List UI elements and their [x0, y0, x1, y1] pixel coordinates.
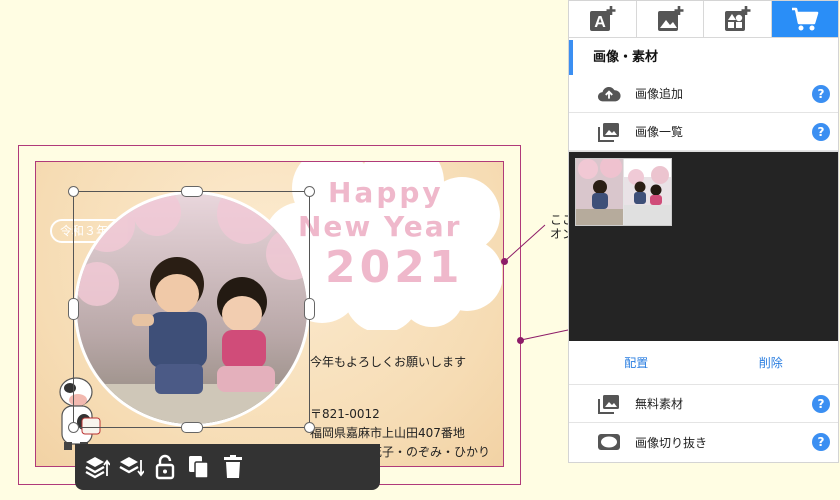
add-shape-icon [725, 6, 751, 31]
help-icon[interactable]: ? [812, 123, 830, 141]
add-image-row[interactable]: 画像追加 ? [569, 75, 838, 113]
delete-button[interactable]: 削除 [704, 354, 839, 371]
free-material-row[interactable]: 無料素材 ? [569, 385, 838, 423]
selection-box[interactable] [73, 191, 310, 428]
connector-dot [501, 258, 508, 265]
image-actions: 配置 削除 [569, 341, 838, 385]
connector-dot [517, 337, 524, 344]
resize-handle-top[interactable] [181, 186, 203, 197]
resize-handle-bottom[interactable] [181, 422, 203, 433]
tab-add-text[interactable]: A [569, 1, 637, 37]
thumbnail-photo [576, 159, 671, 225]
resize-handle-bottom-right[interactable] [304, 422, 315, 433]
image-list-row[interactable]: 画像一覧 ? [569, 113, 838, 151]
place-button[interactable]: 配置 [569, 354, 704, 371]
copy-button[interactable] [185, 452, 213, 482]
cloud-upload-icon [597, 84, 621, 104]
crop-image-label: 画像切り抜き [635, 435, 708, 450]
image-library-icon [597, 394, 621, 414]
object-toolbar [75, 444, 380, 490]
resize-handle-top-left[interactable] [68, 186, 79, 197]
section-title: 画像・素材 [569, 40, 838, 75]
tab-add-shape[interactable] [704, 1, 772, 37]
resize-handle-bottom-left[interactable] [68, 422, 79, 433]
help-icon[interactable]: ? [812, 85, 830, 103]
unlock-button[interactable] [151, 452, 179, 482]
add-image-icon [657, 6, 684, 31]
side-panel: A 画像・素材 画像追加 ? 画像一覧 ? 配置 削除 無料素材 ? 画像切り抜… [568, 0, 839, 463]
cart-icon [791, 7, 819, 31]
send-backward-button[interactable] [117, 452, 145, 482]
resize-handle-top-right[interactable] [304, 186, 315, 197]
help-icon[interactable]: ? [812, 395, 830, 413]
image-list-label: 画像一覧 [635, 125, 684, 139]
panel-tabs: A [569, 1, 838, 38]
svg-text:A: A [594, 14, 606, 31]
add-image-label: 画像追加 [635, 87, 684, 101]
tab-add-image[interactable] [637, 1, 704, 37]
layer-up-icon [85, 457, 110, 479]
free-material-label: 無料素材 [635, 397, 684, 411]
unlock-icon [155, 454, 175, 480]
delete-object-button[interactable] [219, 452, 247, 482]
image-thumbnail[interactable] [575, 158, 672, 226]
crop-image-row[interactable]: 画像切り抜き ? [569, 423, 838, 461]
bring-forward-button[interactable] [83, 452, 111, 482]
trash-icon [224, 455, 242, 478]
resize-handle-left[interactable] [68, 298, 79, 320]
layer-down-icon [119, 457, 144, 477]
image-gallery [569, 151, 838, 341]
image-library-icon [597, 122, 621, 142]
help-icon[interactable]: ? [812, 433, 830, 451]
resize-handle-right[interactable] [304, 298, 315, 320]
tab-cart[interactable] [771, 1, 838, 37]
crop-shape-icon [597, 432, 621, 452]
add-text-icon: A [590, 6, 616, 31]
copy-icon [189, 456, 209, 479]
